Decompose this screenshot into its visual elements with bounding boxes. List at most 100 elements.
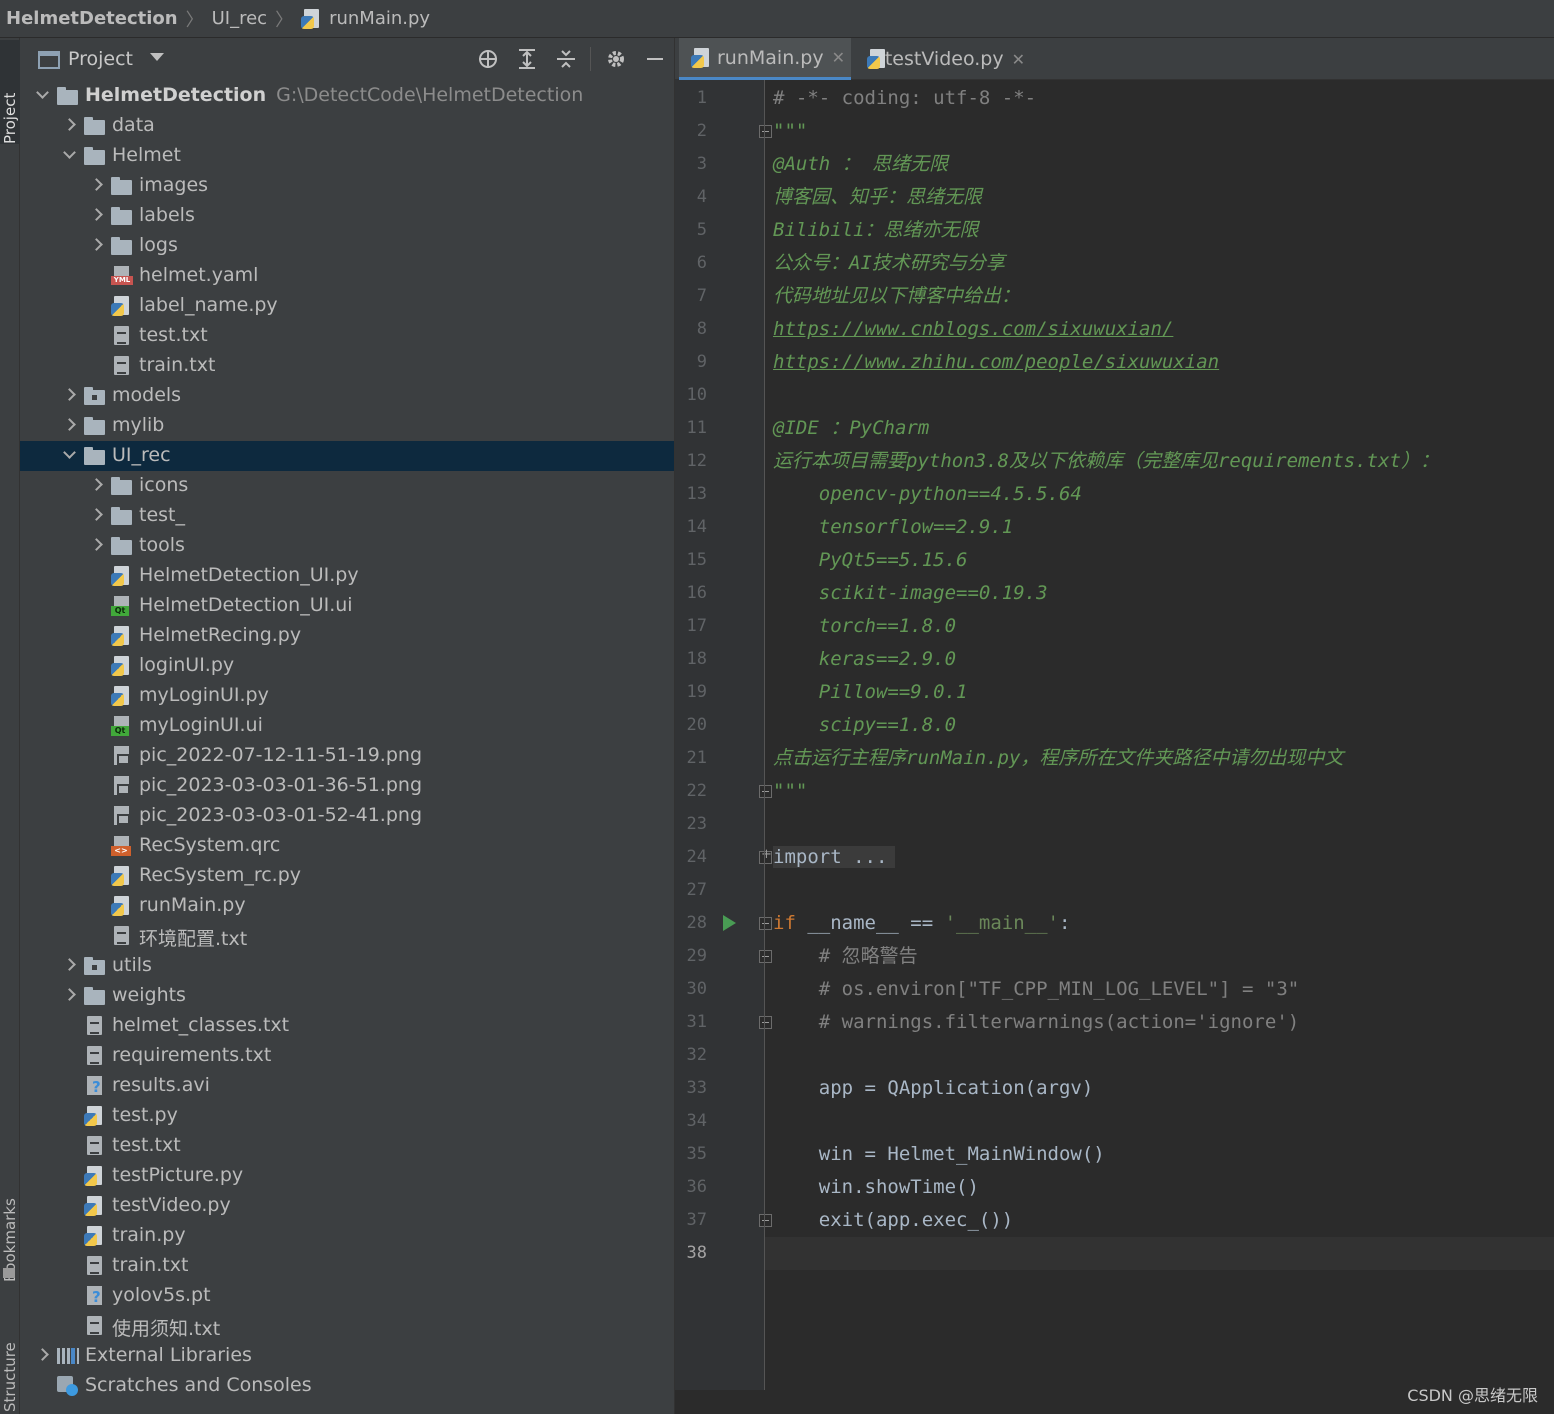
chevron-right-icon[interactable] xyxy=(63,119,75,131)
project-tool-button[interactable]: Project xyxy=(0,40,20,144)
python-file-icon xyxy=(111,866,133,886)
tree-item[interactable]: models xyxy=(20,381,674,411)
expand-all-icon[interactable] xyxy=(515,47,539,71)
editor-tab-label: runMain.py xyxy=(717,46,824,69)
tree-item-label: Helmet xyxy=(112,144,181,166)
tree-item-label: utils xyxy=(112,954,152,976)
tree-item[interactable]: Helmet xyxy=(20,141,674,171)
chevron-down-icon[interactable] xyxy=(63,149,75,161)
editor: runMain.py ✕ testVideo.py ✕ 1 2 3 4 5 6 7 8 9 10 11 12… xyxy=(674,38,1554,1414)
tree-item[interactable]: 使用须知.txt xyxy=(20,1311,674,1341)
tree-item-label: label_name.py xyxy=(139,294,278,316)
tree-item[interactable]: test.py xyxy=(20,1101,674,1131)
tree-item[interactable]: label_name.py xyxy=(20,291,674,321)
breadcrumb-project[interactable]: HelmetDetection xyxy=(6,8,178,29)
tree-item[interactable]: weights xyxy=(20,981,674,1011)
tree-item[interactable]: RecSystem_rc.py xyxy=(20,861,674,891)
tree-item[interactable]: myLoginUI.ui xyxy=(20,711,674,741)
close-icon[interactable]: ✕ xyxy=(832,48,845,67)
tree-item[interactable]: train.txt xyxy=(20,351,674,381)
collapse-all-icon[interactable] xyxy=(554,47,578,71)
chevron-right-icon[interactable] xyxy=(63,989,75,1001)
tree-item[interactable]: test_ xyxy=(20,501,674,531)
chevron-right-icon[interactable] xyxy=(63,959,75,971)
tree-item[interactable]: helmet.yaml xyxy=(20,261,674,291)
tree-item[interactable]: mylib xyxy=(20,411,674,441)
collapse-fold-icon[interactable] xyxy=(759,785,772,798)
tree-item[interactable]: Scratches and Consoles xyxy=(20,1371,674,1401)
chevron-right-icon[interactable] xyxy=(90,179,102,191)
tree-item[interactable]: runMain.py xyxy=(20,891,674,921)
tree-item[interactable]: data xyxy=(20,111,674,141)
tree-item[interactable]: yolov5s.pt xyxy=(20,1281,674,1311)
locate-icon[interactable] xyxy=(476,47,500,71)
tree-item[interactable]: HelmetDetection_UI.py xyxy=(20,561,674,591)
tree-item[interactable]: myLoginUI.py xyxy=(20,681,674,711)
collapse-fold-icon[interactable] xyxy=(759,1214,772,1227)
code-token: @Auth ： 思绪无限 xyxy=(773,153,949,175)
tree-item[interactable]: utils xyxy=(20,951,674,981)
tree-item[interactable]: RecSystem.qrc xyxy=(20,831,674,861)
project-panel-title[interactable]: Project xyxy=(68,48,133,70)
project-panel-header: Project xyxy=(20,38,674,80)
tree-item[interactable]: helmet_classes.txt xyxy=(20,1011,674,1041)
tree-item[interactable]: HelmetDetection_UI.ui xyxy=(20,591,674,621)
tree-item[interactable]: images xyxy=(20,171,674,201)
tree-item[interactable]: test.txt xyxy=(20,321,674,351)
chevron-right-icon[interactable] xyxy=(90,479,102,491)
chevron-right-icon[interactable] xyxy=(63,389,75,401)
line-number: 10 xyxy=(686,385,707,405)
gear-icon[interactable] xyxy=(604,47,628,71)
tree-item[interactable]: External Libraries xyxy=(20,1341,674,1371)
tree-item[interactable]: HelmetDetection G:\DetectCode\HelmetDetec… xyxy=(20,81,674,111)
breadcrumb-folder[interactable]: UI_rec xyxy=(212,8,267,29)
tree-item[interactable]: pic_2023-03-03-01-52-41.png xyxy=(20,801,674,831)
left-tool-stripe: Project Bookmarks Structure xyxy=(0,38,20,1414)
chevron-down-icon[interactable] xyxy=(63,449,75,461)
minimize-icon[interactable] xyxy=(643,47,667,71)
tree-item[interactable]: pic_2022-07-12-11-51-19.png xyxy=(20,741,674,771)
editor-tab[interactable]: runMain.py ✕ xyxy=(679,38,851,80)
tree-item-label: data xyxy=(112,114,155,136)
tree-item[interactable]: results.avi xyxy=(20,1071,674,1101)
line-number: 11 xyxy=(686,418,707,438)
breadcrumb-file[interactable]: runMain.py xyxy=(329,8,430,29)
tree-item[interactable]: test.txt xyxy=(20,1131,674,1161)
tree-item[interactable]: requirements.txt xyxy=(20,1041,674,1071)
tree-item[interactable]: train.txt xyxy=(20,1251,674,1281)
bookmarks-tool-button[interactable]: Bookmarks xyxy=(0,1172,20,1282)
tree-item[interactable]: testVideo.py xyxy=(20,1191,674,1221)
chevron-down-icon[interactable] xyxy=(36,89,48,101)
tree-item[interactable]: train.py xyxy=(20,1221,674,1251)
line-number: 13 xyxy=(686,484,707,504)
chevron-right-icon[interactable] xyxy=(90,539,102,551)
tree-item[interactable]: pic_2023-03-03-01-36-51.png xyxy=(20,771,674,801)
editor-tab[interactable]: testVideo.py ✕ xyxy=(855,38,1025,80)
chevron-right-icon[interactable] xyxy=(63,419,75,431)
tree-item[interactable]: loginUI.py xyxy=(20,651,674,681)
run-icon[interactable] xyxy=(723,915,736,931)
collapse-fold-icon[interactable] xyxy=(759,125,772,138)
chevron-right-icon[interactable] xyxy=(90,509,102,521)
code-area[interactable]: # -*- coding: utf-8 -*- """ @Auth ： 思绪无限 博客… xyxy=(773,80,1553,1390)
tree-item[interactable]: HelmetRecing.py xyxy=(20,621,674,651)
tree-item[interactable]: logs xyxy=(20,231,674,261)
tree-item[interactable]: testPicture.py xyxy=(20,1161,674,1191)
collapse-fold-icon[interactable] xyxy=(759,950,772,963)
close-icon[interactable]: ✕ xyxy=(1012,50,1025,69)
tree-item[interactable]: icons xyxy=(20,471,674,501)
structure-tool-button[interactable]: Structure xyxy=(0,1314,20,1412)
chevron-right-icon[interactable] xyxy=(90,239,102,251)
chevron-right-icon[interactable] xyxy=(90,209,102,221)
tree-item[interactable]: labels xyxy=(20,201,674,231)
collapse-fold-icon[interactable] xyxy=(759,1016,772,1029)
tree-item[interactable]: 环境配置.txt xyxy=(20,921,674,951)
folder-icon xyxy=(84,116,106,136)
chevron-down-icon[interactable] xyxy=(150,53,164,61)
expand-fold-icon[interactable] xyxy=(759,847,772,864)
chevron-right-icon[interactable] xyxy=(36,1349,48,1361)
tree-item[interactable]: tools xyxy=(20,531,674,561)
tree-item-label: helmet.yaml xyxy=(139,264,259,286)
collapse-fold-icon[interactable] xyxy=(759,917,772,930)
tree-item[interactable]: UI_rec xyxy=(20,441,674,471)
